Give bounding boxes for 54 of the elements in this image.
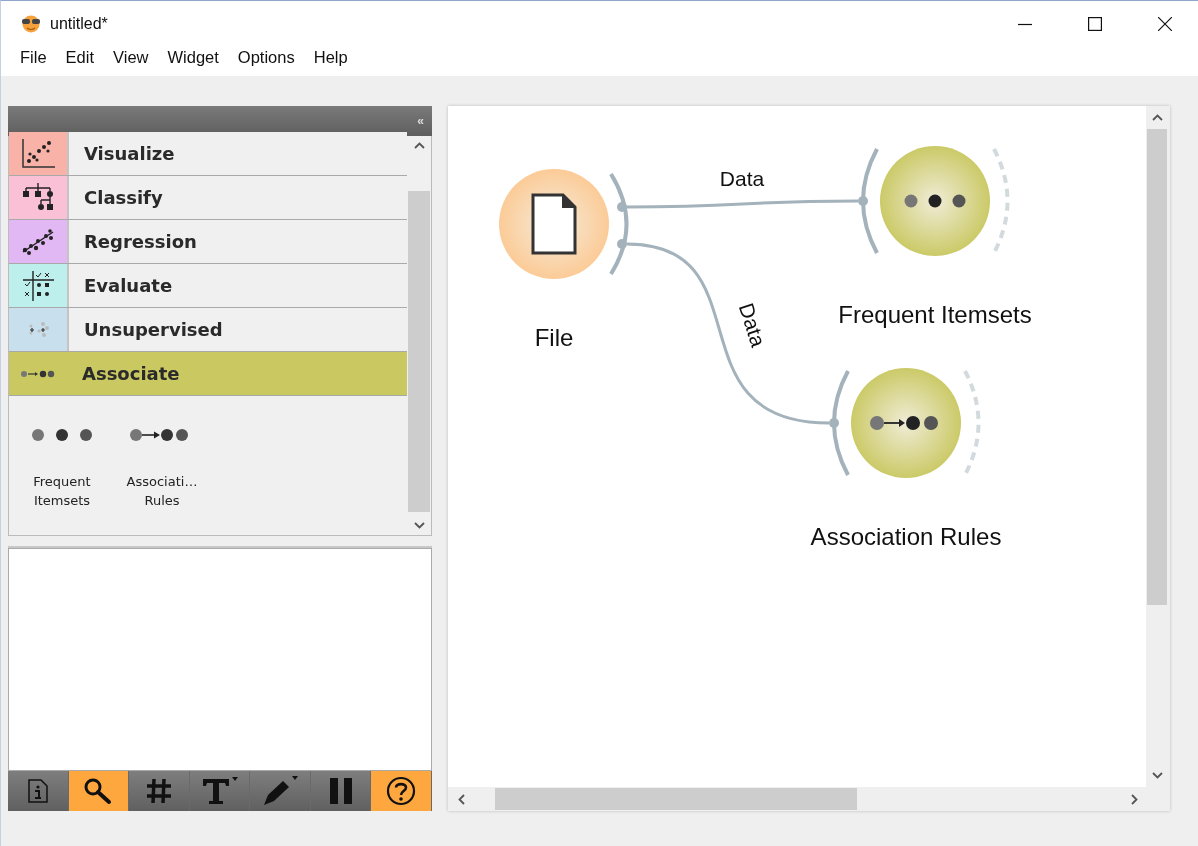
dots-arrow-icon [20,368,56,379]
document-icon [531,193,577,255]
node-label: Association Rules [810,523,1002,551]
search-icon [83,777,114,805]
category-label: Evaluate [83,275,173,296]
link-label: Data [719,167,765,191]
category-tab[interactable]: Classify [9,176,407,220]
menu-item[interactable]: Options [237,47,295,67]
widget-button[interactable]: Frequent Itemsets [21,418,103,510]
menu-item[interactable]: Help [313,47,348,67]
regression-icon [21,227,55,256]
info-icon [27,779,48,803]
category-label: Visualize [83,143,175,164]
category-label: Unsupervised [83,319,223,340]
close-icon[interactable] [1158,17,1172,31]
app-icon [20,15,42,33]
text-tool-icon [200,776,239,806]
toolbar-button[interactable] [68,771,130,811]
scroll-down-icon[interactable] [413,522,425,529]
scroll-up-icon[interactable] [413,142,425,149]
category-tab[interactable]: Visualize [9,132,407,176]
input-port-drawing[interactable] [829,370,850,476]
grid-icon [144,777,173,805]
node-label: File [534,324,574,352]
link-label: Data [733,300,771,350]
pen-icon [261,775,300,807]
menu-item[interactable]: Edit [65,47,95,67]
scroll-right-icon[interactable] [1131,793,1138,805]
menu-item[interactable]: Widget [167,47,219,67]
category-tab[interactable]: Unsupervised [9,308,407,352]
widget-button[interactable]: Associati… Rules [121,418,203,510]
menu-item[interactable]: File [20,47,47,67]
maximize-icon[interactable] [1088,17,1102,31]
scroll-up-icon[interactable] [1151,114,1163,121]
matrix-icon [21,269,55,302]
input-port-drawing[interactable] [858,148,879,254]
category-label: Regression [83,231,197,252]
help-icon [386,776,417,806]
node-label: Frequent Itemsets [838,301,1032,329]
collapse-button[interactable]: « [417,114,424,128]
menu-item[interactable]: View [113,47,149,67]
category-label: Associate [81,363,180,384]
category-tab[interactable]: Regression [9,220,407,264]
toolbar-button[interactable] [371,771,433,811]
category-tab[interactable]: Evaluate [9,264,407,308]
category-tab[interactable]: Associate [9,352,407,396]
scroll-down-icon[interactable] [1151,772,1163,779]
three-dots-icon [31,428,93,442]
scatter-plot-icon [21,138,55,169]
three-dots-icon [904,194,966,208]
scroll-left-icon[interactable] [458,793,465,805]
category-label: Classify [83,187,163,208]
window-title: untitled* [50,15,108,33]
pause-icon [328,777,353,805]
